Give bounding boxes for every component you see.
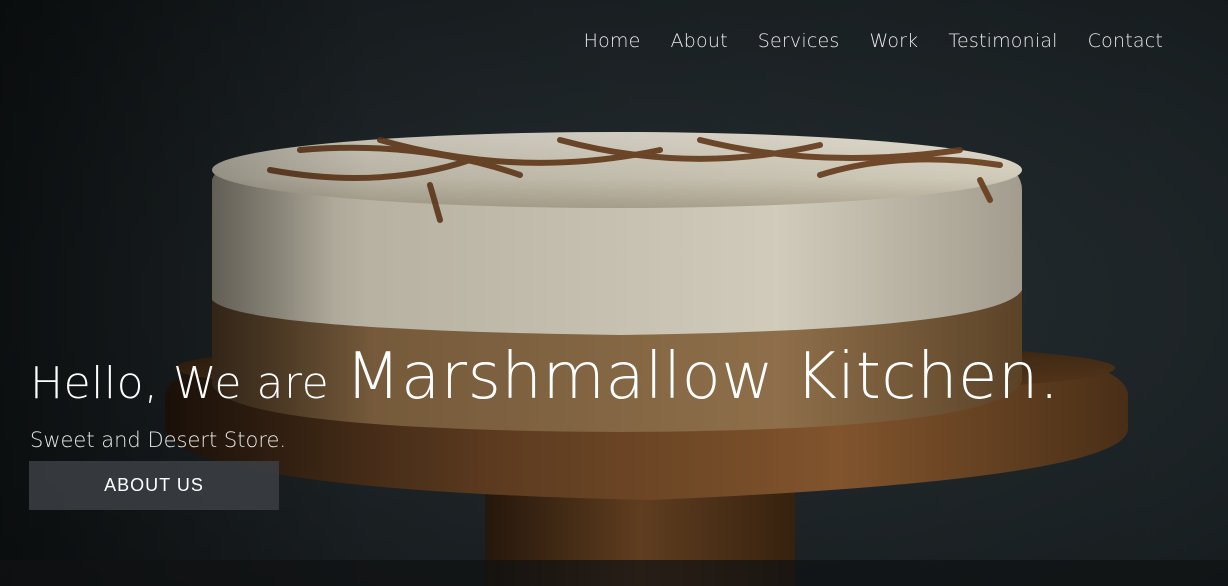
main-nav: Home About Services Work Testimonial Con… xyxy=(584,30,1163,52)
nav-services-link[interactable]: Services xyxy=(758,30,840,52)
hero-greeting: Hello, We are xyxy=(30,358,330,409)
nav-work-link[interactable]: Work xyxy=(869,30,918,52)
nav-home-link[interactable]: Home xyxy=(584,30,641,52)
nav-contact-link[interactable]: Contact xyxy=(1088,30,1163,52)
about-us-button[interactable]: ABOUT US xyxy=(29,461,279,510)
hero-brand-name: Marshmallow Kitchen. xyxy=(345,340,1060,414)
hero-section: Home About Services Work Testimonial Con… xyxy=(0,0,1228,586)
nav-testimonial-link[interactable]: Testimonial xyxy=(948,30,1057,52)
hero-headline: Hello, We are Marshmallow Kitchen. xyxy=(30,340,1060,414)
hero-tagline: Sweet and Desert Store. xyxy=(30,428,287,452)
nav-about-link[interactable]: About xyxy=(671,30,728,52)
